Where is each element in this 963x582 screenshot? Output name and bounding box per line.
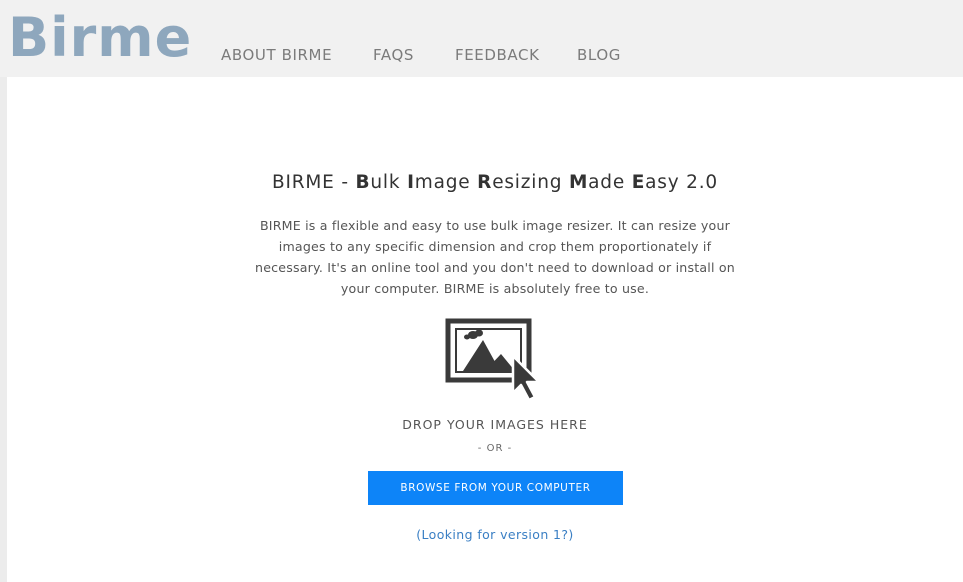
intro-description: BIRME is a flexible and easy to use bulk… bbox=[255, 218, 735, 296]
birme-logo[interactable]: Birme bbox=[8, 2, 192, 74]
image-upload-cursor-icon[interactable] bbox=[445, 318, 549, 408]
title-initial-e: E bbox=[631, 172, 646, 193]
title-initial-i: I bbox=[407, 172, 415, 193]
title-part: esizing bbox=[492, 172, 569, 193]
title-initial-m: M bbox=[568, 172, 589, 193]
page-title: BIRME - Bulk Image Resizing Made Easy 2.… bbox=[7, 172, 963, 193]
or-divider: - OR - bbox=[477, 443, 513, 454]
nav-item-feedback[interactable]: FEEDBACK bbox=[455, 46, 540, 64]
version-1-link[interactable]: (Looking for version 1?) bbox=[7, 527, 963, 542]
drop-zone-label: DROP YOUR IMAGES HERE bbox=[402, 417, 588, 432]
title-part: ade bbox=[588, 172, 632, 193]
title-part: ulk bbox=[370, 172, 408, 193]
main-content: BIRME - Bulk Image Resizing Made Easy 2.… bbox=[7, 77, 963, 582]
title-initial-b: B bbox=[355, 172, 371, 193]
site-header: Birme ABOUT BIRME FAQS FEEDBACK BLOG bbox=[0, 0, 963, 77]
title-part: mage bbox=[414, 172, 478, 193]
title-initial-r: R bbox=[477, 172, 493, 193]
nav-item-faqs[interactable]: FAQS bbox=[373, 46, 414, 64]
title-part: asy 2.0 bbox=[645, 172, 718, 193]
browse-button[interactable]: BROWSE FROM YOUR COMPUTER bbox=[368, 471, 623, 505]
nav-item-about-birme[interactable]: ABOUT BIRME bbox=[221, 46, 332, 64]
title-part: BIRME - bbox=[272, 172, 356, 193]
nav-item-blog[interactable]: BLOG bbox=[577, 46, 621, 64]
